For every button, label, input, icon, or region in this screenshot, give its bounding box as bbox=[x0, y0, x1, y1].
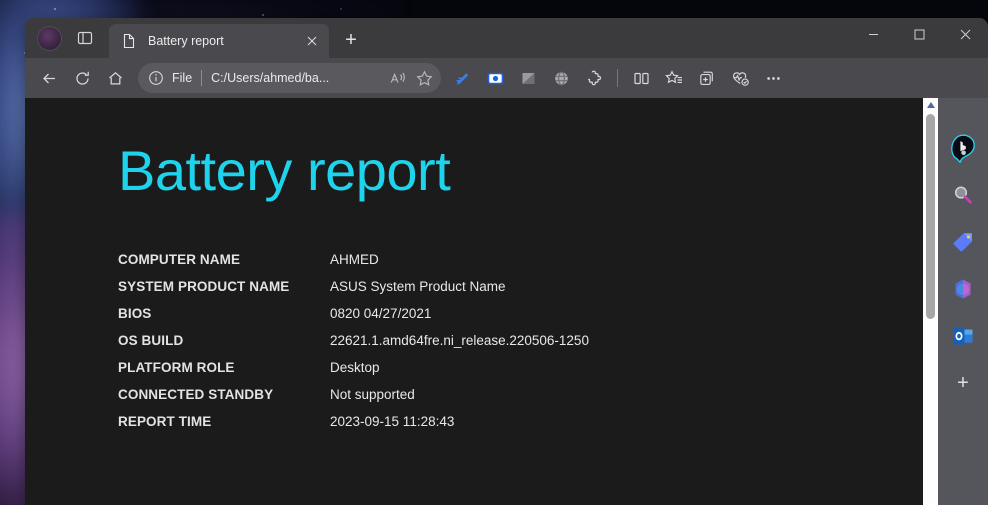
scrollbar-thumb[interactable] bbox=[926, 114, 935, 319]
navigation-toolbar: File C:/Users/ahmed/ba... bbox=[25, 58, 988, 98]
info-key: PLATFORM ROLE bbox=[118, 359, 235, 375]
shopping-tag-icon[interactable] bbox=[948, 227, 978, 257]
back-icon[interactable] bbox=[33, 63, 65, 93]
page-scrollbar[interactable] bbox=[923, 98, 938, 505]
info-key: REPORT TIME bbox=[118, 413, 212, 429]
close-tab-icon[interactable] bbox=[301, 30, 323, 52]
home-icon[interactable] bbox=[99, 63, 131, 93]
info-value: Not supported bbox=[330, 386, 415, 402]
desktop-background: Battery report + File C:/Users/ahmed/ba.… bbox=[0, 0, 988, 505]
info-value: 0820 04/27/2021 bbox=[330, 305, 432, 321]
table-row: PLATFORM ROLE Desktop bbox=[118, 360, 589, 387]
maximize-button[interactable] bbox=[896, 18, 942, 51]
immersive-reader-icon[interactable] bbox=[512, 63, 544, 93]
window-controls bbox=[850, 18, 988, 51]
info-value: ASUS System Product Name bbox=[330, 278, 506, 294]
tab-title: Battery report bbox=[148, 34, 224, 48]
title-bar: Battery report + bbox=[25, 18, 988, 58]
favorites-icon[interactable] bbox=[658, 63, 690, 93]
info-key: BIOS bbox=[118, 305, 152, 321]
info-key: SYSTEM PRODUCT NAME bbox=[118, 278, 290, 294]
address-bar[interactable]: File C:/Users/ahmed/ba... bbox=[138, 63, 441, 93]
info-value: Desktop bbox=[330, 359, 380, 375]
table-row: CONNECTED STANDBY Not supported bbox=[118, 387, 589, 414]
wallpaper-star bbox=[54, 8, 56, 10]
document-icon bbox=[121, 33, 137, 49]
info-value: 22621.1.amd64fre.ni_release.220506-1250 bbox=[330, 332, 589, 348]
avatar[interactable] bbox=[37, 25, 62, 51]
wallpaper-star bbox=[262, 14, 264, 16]
refresh-icon[interactable] bbox=[66, 63, 98, 93]
collections-pen-icon[interactable] bbox=[446, 63, 478, 93]
split-screen-icon[interactable] bbox=[625, 63, 657, 93]
minimize-button[interactable] bbox=[850, 18, 896, 51]
edge-sidebar: + bbox=[938, 98, 988, 505]
table-row: REPORT TIME 2023-09-15 11:28:43 bbox=[118, 414, 589, 441]
url-scheme-label: File bbox=[172, 71, 193, 85]
screenshot-icon[interactable] bbox=[479, 63, 511, 93]
browser-window: Battery report + File C:/Users/ahmed/ba.… bbox=[25, 18, 988, 505]
settings-more-icon[interactable] bbox=[757, 63, 789, 93]
titlebar-left-controls bbox=[25, 25, 109, 58]
system-info-table: COMPUTER NAME AHMED SYSTEM PRODUCT NAME ASU… bbox=[118, 252, 589, 441]
collections-icon[interactable] bbox=[691, 63, 723, 93]
battery-report-body: Battery report COMPUTER NAME AHMED SYSTEM … bbox=[25, 98, 938, 441]
search-icon[interactable] bbox=[948, 180, 978, 210]
browser-essentials-icon[interactable] bbox=[545, 63, 577, 93]
table-row: COMPUTER NAME AHMED bbox=[118, 252, 589, 279]
outlook-icon[interactable] bbox=[948, 321, 978, 351]
close-window-button[interactable] bbox=[942, 18, 988, 51]
read-aloud-icon[interactable] bbox=[385, 65, 411, 91]
info-value: 2023-09-15 11:28:43 bbox=[330, 413, 455, 429]
extensions-icon[interactable] bbox=[578, 63, 610, 93]
table-row: BIOS 0820 04/27/2021 bbox=[118, 306, 589, 333]
tab-actions-icon[interactable] bbox=[71, 25, 99, 51]
scroll-up-arrow-icon[interactable] bbox=[923, 98, 938, 112]
office-icon[interactable] bbox=[948, 274, 978, 304]
page-title: Battery report bbox=[118, 139, 451, 202]
table-row: SYSTEM PRODUCT NAME ASUS System Product N… bbox=[118, 279, 589, 306]
table-row: OS BUILD 22621.1.amd64fre.ni_release.2205… bbox=[118, 333, 589, 360]
browser-health-icon[interactable] bbox=[724, 63, 756, 93]
info-key: CONNECTED STANDBY bbox=[118, 386, 274, 402]
info-value: AHMED bbox=[330, 251, 379, 267]
content-area: Battery report COMPUTER NAME AHMED SYSTEM … bbox=[25, 98, 988, 505]
web-page-battery-report: Battery report COMPUTER NAME AHMED SYSTEM … bbox=[25, 98, 938, 505]
tab-battery-report[interactable]: Battery report bbox=[109, 24, 329, 58]
url-text[interactable]: C:/Users/ahmed/ba... bbox=[211, 71, 385, 85]
info-key: OS BUILD bbox=[118, 332, 184, 348]
toolbar-divider bbox=[617, 69, 618, 87]
add-sidebar-icon[interactable]: + bbox=[948, 368, 978, 398]
info-key: COMPUTER NAME bbox=[118, 251, 241, 267]
info-icon[interactable] bbox=[148, 70, 165, 87]
omnibox-divider bbox=[201, 70, 203, 86]
favorite-star-icon[interactable] bbox=[411, 65, 437, 91]
bing-copilot-icon[interactable] bbox=[948, 133, 978, 163]
new-tab-button[interactable]: + bbox=[336, 25, 366, 55]
wallpaper-star bbox=[340, 8, 342, 10]
